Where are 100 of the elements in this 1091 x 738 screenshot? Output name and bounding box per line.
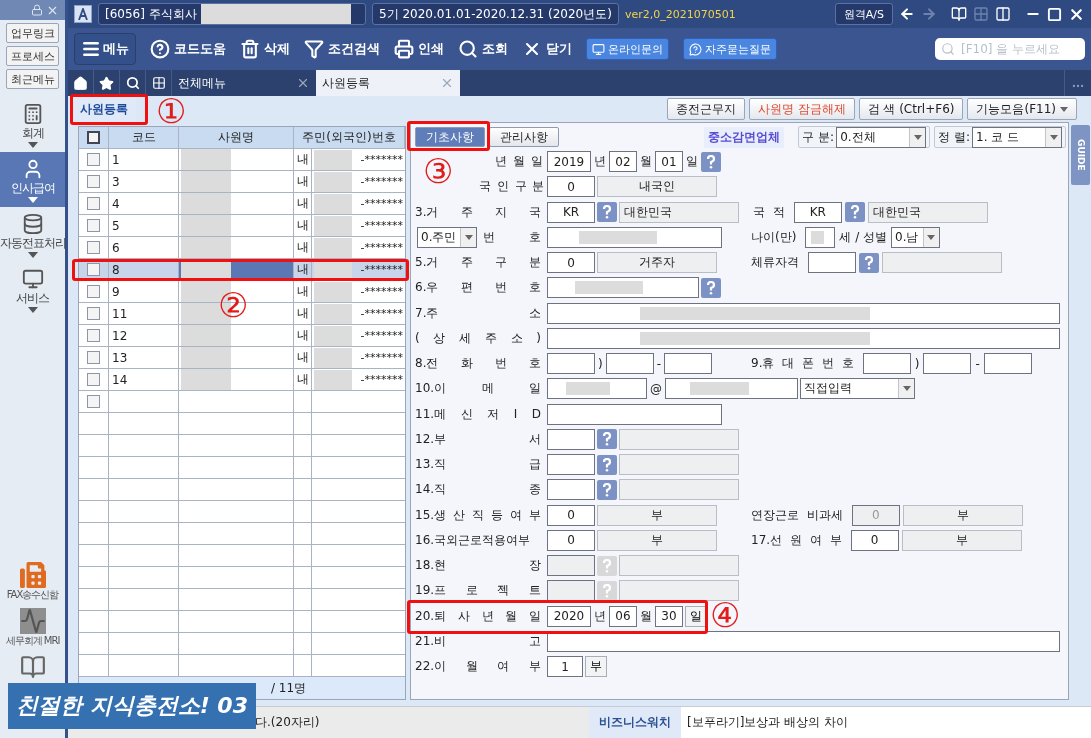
input-field[interactable] [547,327,1060,349]
table-row[interactable]: 14 내 -******* [79,369,405,391]
input-field[interactable] [808,252,856,274]
maximize-icon[interactable] [1047,6,1062,22]
input-field[interactable]: 2019 [547,151,591,173]
input-field[interactable] [605,353,654,375]
input-field[interactable] [547,630,1060,652]
input-field[interactable]: 30 [655,605,683,627]
windows-icon[interactable] [995,6,1011,22]
toolbar-button[interactable]: 조건검색 [304,39,380,59]
sidebar-button[interactable]: 최근메뉴 [6,69,59,89]
checkbox[interactable] [87,373,100,386]
help-button[interactable] [844,202,865,223]
remote-support-button[interactable]: 원격A/S [834,3,893,25]
help-button[interactable] [597,429,617,450]
help-button[interactable] [701,151,721,172]
input-field[interactable] [983,353,1032,375]
table-row[interactable]: 1 내 -******* [79,149,405,171]
sidebar-item[interactable]: 자동전표처리 [0,207,65,262]
table-row[interactable]: 6 내 -******* [79,237,405,259]
menu-button[interactable]: 메뉴 [74,33,136,65]
header-button[interactable]: 사원명 잠금해제 [748,98,855,120]
checkbox[interactable] [87,329,100,342]
close-icon[interactable] [296,76,310,90]
help-button[interactable] [597,479,617,500]
input-field[interactable]: KR [793,201,842,223]
toolbar-button[interactable]: 삭제 [240,39,290,59]
input-field[interactable]: 0 [850,529,899,551]
help-button[interactable] [597,580,617,601]
unit-button[interactable]: 부 [585,656,607,678]
table-row[interactable]: 13 내 -******* [79,347,405,369]
sidebar-item[interactable]: 서비스 [0,262,65,317]
dropdown[interactable]: 0.전체 [836,126,927,148]
checkbox[interactable] [87,241,100,254]
input-field[interactable] [862,353,911,375]
checkbox[interactable] [87,263,100,276]
input-field[interactable]: KR [547,201,595,223]
sidebar-item[interactable]: 회계 [0,97,65,152]
input-field[interactable] [805,226,836,248]
input-field[interactable] [547,302,1060,324]
toolbar-button[interactable]: 코드도움 [150,39,226,59]
search-field[interactable]: [F10] 을 누르세요 [935,38,1085,60]
input-field[interactable]: 1 [547,656,583,678]
checkbox[interactable] [87,285,100,298]
toolbar-button[interactable]: 인쇄 [394,39,444,59]
link-button[interactable]: 자주묻는질문 [683,38,777,60]
input-field[interactable] [547,277,699,299]
toolbar-button[interactable]: 조회 [458,39,508,59]
table-row[interactable]: 5 내 -******* [79,215,405,237]
input-field[interactable] [547,428,595,450]
news-link[interactable]: [보푸라기]보상과 배상의 차이 [681,707,1091,738]
input-field[interactable] [665,378,798,400]
input-field[interactable] [547,378,647,400]
tab[interactable]: 관리사항 [489,127,559,147]
tab[interactable]: 사원등록 [316,70,460,96]
help-button[interactable] [597,202,617,223]
table-row[interactable]: 12 내 -******* [79,325,405,347]
checkbox[interactable] [87,307,100,320]
header-button[interactable]: 종전근무지 [666,98,745,120]
sidebar-item[interactable]: 인사급여 [0,152,65,207]
input-field[interactable] [923,353,972,375]
checkbox[interactable] [87,175,100,188]
forward-icon[interactable] [921,6,937,22]
lock-icon[interactable] [31,4,43,16]
checkbox[interactable] [87,219,100,232]
back-icon[interactable] [899,6,915,22]
input-field[interactable] [547,555,595,577]
sidebar-button[interactable]: 프로세스 [6,46,59,66]
unit-button[interactable]: 일 [685,605,707,627]
input-field[interactable]: 0 [547,176,595,198]
dropdown[interactable]: 직접입력 [800,378,915,400]
input-field[interactable]: 0 [547,504,595,526]
book-icon[interactable] [951,6,967,22]
sidebar-button[interactable]: 업무링크 [6,23,59,43]
checkbox[interactable] [87,351,100,364]
checkbox[interactable] [87,395,100,408]
table-row[interactable]: 3 내 -******* [79,171,405,193]
book-icon[interactable] [19,654,46,680]
input-field[interactable] [547,454,595,476]
input-field[interactable] [547,226,722,248]
checkbox[interactable] [87,153,100,166]
input-field[interactable] [547,353,595,375]
pulse-icon[interactable] [19,608,46,634]
header-button[interactable]: 기능모음(F11) [967,98,1077,120]
input-field[interactable]: 0 [547,252,595,274]
input-field[interactable] [547,580,595,602]
input-field[interactable] [547,403,722,425]
help-button[interactable] [701,277,721,298]
dropdown[interactable]: 1. 코 드 [972,126,1062,148]
toolbar-button[interactable]: 닫기 [522,39,572,59]
input-field[interactable]: 2020 [547,605,591,627]
table-row[interactable]: 4 내 -******* [79,193,405,215]
dropdown[interactable]: 0.주민 [417,226,478,248]
checkbox[interactable] [87,197,100,210]
dropdown[interactable]: 0.남 [891,226,940,248]
input-field[interactable]: 0 [547,529,595,551]
input-field[interactable]: 01 [655,151,683,173]
input-field[interactable] [664,353,713,375]
header-button[interactable]: 검 색 (Ctrl+F6) [858,98,964,120]
link-button[interactable]: 온라인문의 [586,38,669,60]
